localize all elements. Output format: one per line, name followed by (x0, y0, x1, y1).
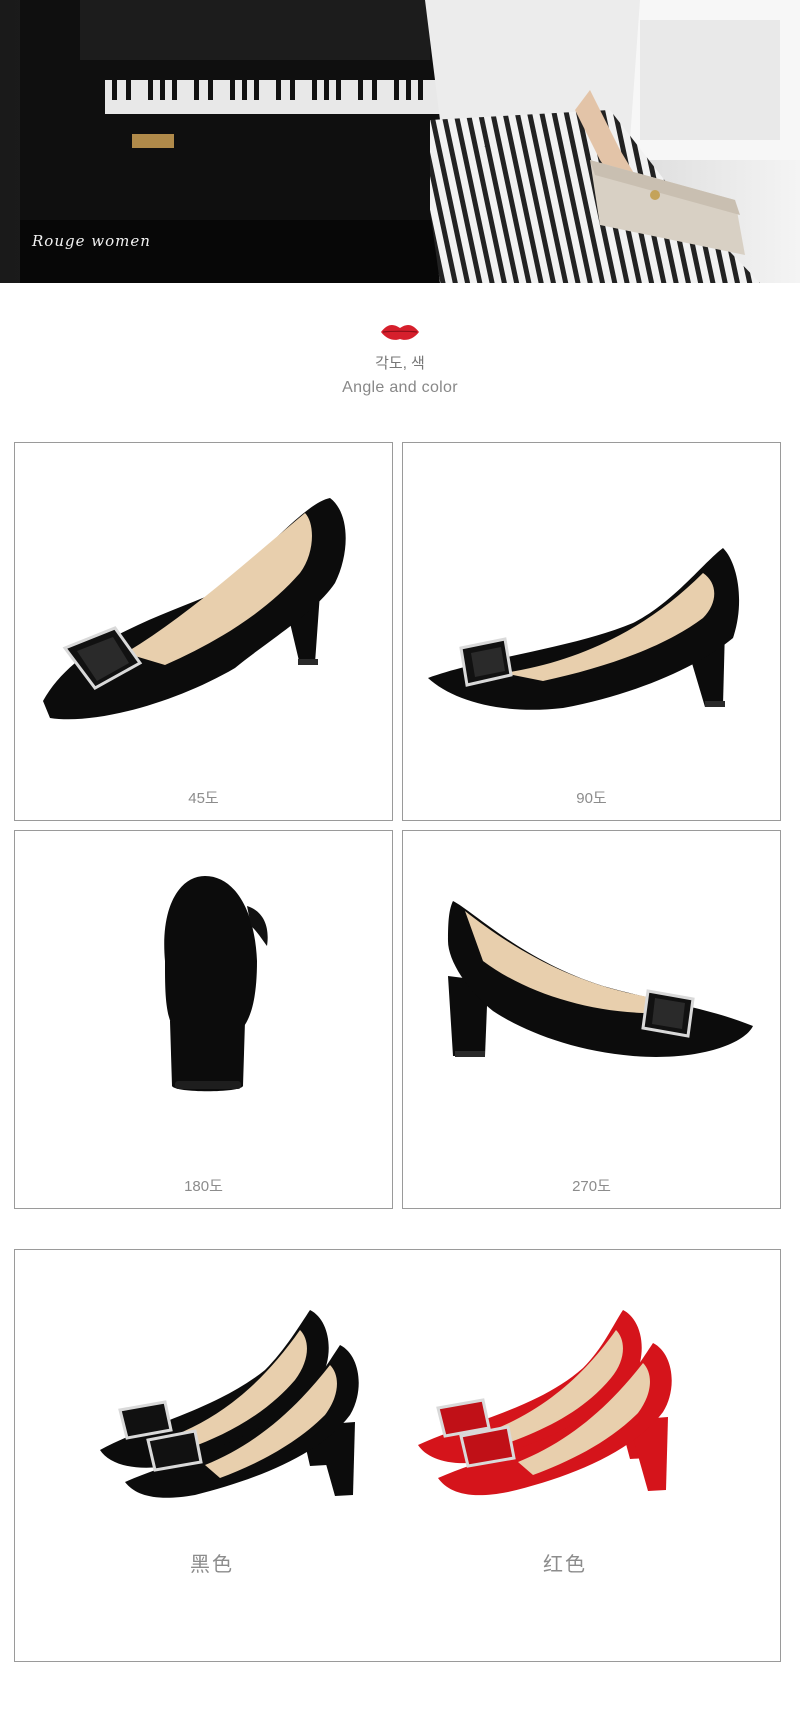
shoe-270-image (448, 901, 753, 1057)
color-label-red: 红色 (543, 1554, 587, 1576)
hero-banner: Rouge women (0, 0, 800, 283)
angle-label-45: 45도 (188, 790, 219, 807)
angle-label-180: 180도 (184, 1178, 223, 1195)
color-label-black: 黑色 (190, 1554, 234, 1576)
angle-panel-180: 180도 (14, 830, 393, 1209)
angle-panel-90: 90도 (402, 442, 781, 821)
section-title-english: Angle and color (342, 379, 458, 396)
brand-logo: Rouge women (32, 232, 151, 250)
section-title-korean: 각도, 색 (375, 355, 425, 372)
lips-icon (381, 324, 419, 340)
shoe-90-image (428, 548, 740, 710)
shoe-red-image (418, 1310, 672, 1496)
color-options-panel: 黑色 红色 (14, 1249, 781, 1662)
angle-panel-45: 45도 (14, 442, 393, 821)
shoe-45-image (43, 498, 346, 720)
shoe-180-image (164, 876, 268, 1092)
angle-panel-270: 270도 (402, 830, 781, 1209)
section-heading: 각도, 색 Angle and color (0, 322, 800, 397)
angle-label-90: 90도 (576, 790, 607, 807)
angle-label-270: 270도 (572, 1178, 611, 1195)
shoe-black-image (100, 1310, 359, 1498)
